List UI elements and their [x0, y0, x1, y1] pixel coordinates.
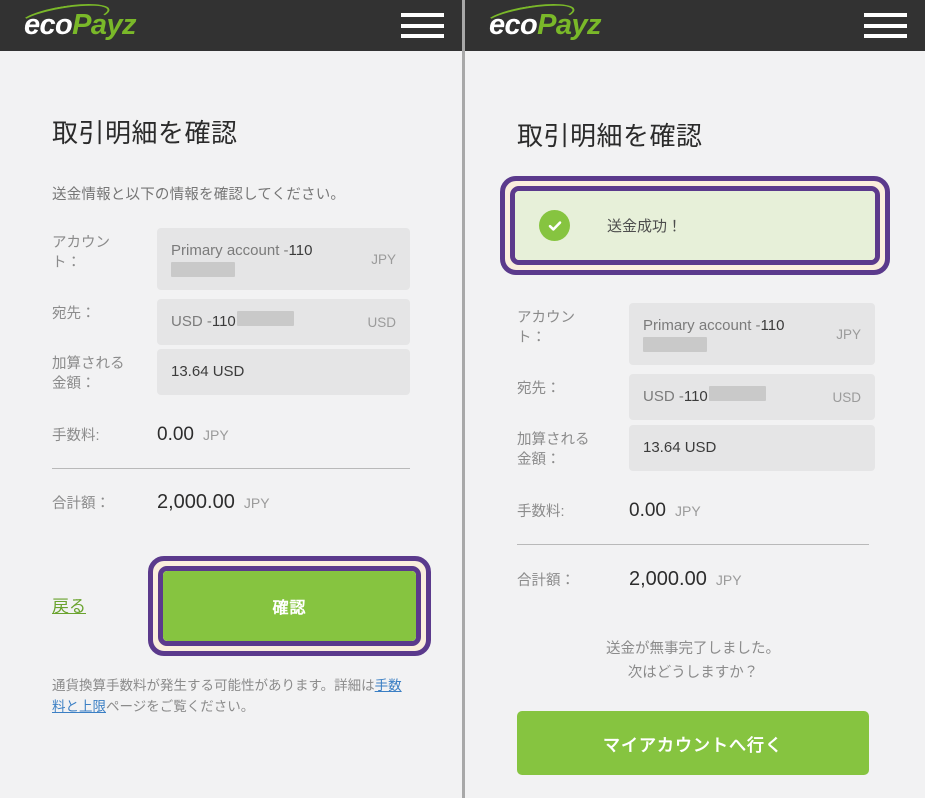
total-divider-right: [517, 544, 869, 545]
field-currency-account-left: JPY: [371, 251, 396, 267]
footnote-left: 通貨換算手数料が発生する可能性があります。詳細は手数料と上限ページをご覧ください…: [52, 676, 414, 718]
field-label-credited-left: 加算される 金額：: [52, 356, 125, 392]
total-value-right: 2,000.00: [629, 568, 707, 590]
hamburger-bar-3: [401, 34, 444, 38]
total-divider-left: [52, 468, 410, 469]
account-redacted-block-right: [643, 336, 707, 352]
go-to-my-account-button[interactable]: マイアカウントへ行く: [517, 711, 869, 775]
total-value-left: 2,000.00: [157, 491, 235, 513]
fee-label-left: 手数料:: [52, 428, 100, 444]
field-label-destination-right: 宛先：: [517, 381, 561, 397]
field-value-destination-right: USD - 110: [643, 386, 766, 407]
field-box-credited-left[interactable]: 13.64 USD: [157, 349, 410, 395]
ecopayz-logo-right[interactable]: ecoPayz: [483, 0, 601, 41]
field-label-destination-left: 宛先：: [52, 306, 96, 322]
fee-currency-right: JPY: [674, 503, 701, 519]
field-label-account-right: アカウン ト：: [517, 310, 575, 346]
total-row-right: 合計額： 2,000.00 JPY: [517, 568, 875, 591]
app-header-right: ecoPayz: [465, 0, 925, 51]
destination-number-text: 110: [211, 313, 236, 331]
fee-currency-left: JPY: [202, 427, 229, 443]
logo-eco-text: eco: [24, 9, 73, 41]
field-box-account-right[interactable]: Primary account - 110 JPY: [629, 303, 875, 365]
field-row-account-right: アカウン ト： Primary account - 110 JPY: [517, 303, 875, 365]
hamburger-bar-3-right: [864, 34, 907, 38]
destination-number-text-right: 110: [683, 388, 708, 406]
field-row-destination-left: 宛先： USD - 110 USD: [52, 299, 410, 345]
completion-message: 送金が無事完了しました。 次はどうしますか？: [517, 638, 869, 686]
success-banner: 送金成功！: [515, 191, 875, 260]
destination-redacted-block: [236, 311, 294, 327]
logo-eco-text-right: eco: [489, 9, 538, 41]
field-value-credited-left: 13.64 USD: [171, 362, 245, 380]
field-value-account-left: Primary account - 110: [171, 241, 361, 277]
field-value-credited-right: 13.64 USD: [643, 438, 717, 456]
confirm-button-highlight: 確認: [148, 556, 431, 656]
right-panel-success-screen: ecoPayz 取引明細を確認 送金成功！ アカウン ト： Primary ac…: [465, 0, 925, 798]
fee-value-right: 0.00: [629, 500, 666, 521]
total-label-left: 合計額：: [52, 496, 110, 512]
footnote-text-before: 通貨換算手数料が発生する可能性があります。詳細は: [52, 678, 375, 693]
fee-label-right: 手数料:: [517, 504, 565, 520]
account-redacted-block: [171, 261, 235, 277]
account-name-text-right: Primary account -: [643, 317, 761, 335]
hamburger-bar-2-right: [864, 23, 907, 28]
total-currency-right: JPY: [715, 572, 742, 588]
field-row-credited-left: 加算される 金額： 13.64 USD: [52, 349, 410, 395]
success-message-text: 送金成功！: [607, 218, 683, 235]
field-box-destination-left[interactable]: USD - 110 USD: [157, 299, 410, 345]
page-title-left: 取引明細を確認: [52, 118, 238, 148]
total-currency-left: JPY: [243, 495, 270, 511]
completion-message-line1: 送金が無事完了しました。: [606, 641, 780, 657]
field-box-credited-right[interactable]: 13.64 USD: [629, 425, 875, 471]
field-row-credited-right: 加算される 金額： 13.64 USD: [517, 425, 875, 471]
field-value-destination-left: USD - 110: [171, 311, 294, 332]
check-circle-icon: [539, 210, 570, 241]
field-row-destination-right: 宛先： USD - 110 USD: [517, 374, 875, 420]
field-label-credited-right: 加算される 金額：: [517, 432, 590, 468]
total-label-right: 合計額：: [517, 573, 575, 589]
confirm-button[interactable]: 確認: [163, 571, 416, 641]
page-title-right: 取引明細を確認: [517, 121, 703, 151]
field-currency-destination-left: USD: [367, 314, 396, 330]
success-banner-highlight-inner: 送金成功！: [510, 186, 880, 265]
field-currency-destination-right: USD: [832, 389, 861, 405]
account-number-text: 110: [288, 242, 313, 260]
account-name-text: Primary account -: [171, 242, 289, 260]
left-panel-confirm-screen: ecoPayz 取引明細を確認 送金情報と以下の情報を確認してください。 アカウ…: [0, 0, 462, 798]
success-banner-highlight: 送金成功！: [500, 176, 890, 275]
footnote-text-after: ページをご覧ください。: [106, 698, 255, 714]
logo-payz-text: Payz: [72, 9, 136, 41]
field-currency-account-right: JPY: [836, 326, 861, 342]
fee-row-right: 手数料: 0.00 JPY: [517, 500, 875, 522]
total-row-left: 合計額： 2,000.00 JPY: [52, 491, 410, 514]
field-box-destination-right[interactable]: USD - 110 USD: [629, 374, 875, 420]
back-link[interactable]: 戻る: [52, 592, 86, 617]
field-value-account-right: Primary account - 110: [643, 316, 826, 352]
logo-payz-text-right: Payz: [537, 9, 601, 41]
completion-message-line2: 次はどうしますか？: [627, 664, 759, 681]
destination-currency-text: USD -: [171, 313, 212, 331]
field-row-account-left: アカウン ト： Primary account - 110 JPY: [52, 228, 410, 290]
hamburger-bar-1: [401, 13, 444, 17]
destination-redacted-block-right: [708, 386, 766, 402]
ecopayz-logo[interactable]: ecoPayz: [18, 0, 136, 41]
hamburger-menu-icon-right[interactable]: [864, 11, 907, 40]
account-number-text-right: 110: [760, 317, 785, 335]
fee-value-left: 0.00: [157, 424, 194, 445]
field-label-account-left: アカウン ト：: [52, 235, 110, 271]
intro-text-left: 送金情報と以下の情報を確認してください。: [52, 187, 346, 203]
field-box-account-left[interactable]: Primary account - 110 JPY: [157, 228, 410, 290]
app-header-left: ecoPayz: [0, 0, 462, 51]
hamburger-menu-icon[interactable]: [401, 11, 444, 40]
dual-screenshot-comparison: ecoPayz 取引明細を確認 送金情報と以下の情報を確認してください。 アカウ…: [0, 0, 925, 798]
confirm-button-highlight-inner: 確認: [158, 566, 421, 646]
fee-row-left: 手数料: 0.00 JPY: [52, 424, 410, 446]
hamburger-bar-2: [401, 23, 444, 28]
hamburger-bar-1-right: [864, 13, 907, 17]
destination-currency-text-right: USD -: [643, 388, 684, 406]
